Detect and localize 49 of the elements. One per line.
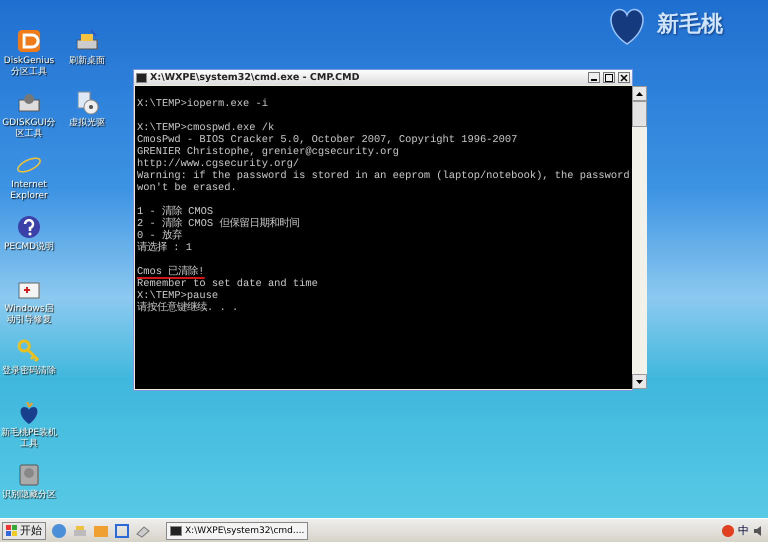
scroll-up-button[interactable] (632, 86, 647, 101)
desktop-icon-label[interactable]: DiskGenius分区工具 (0, 56, 58, 78)
close-icon (620, 74, 628, 82)
console-line: X:\TEMP>pause (137, 290, 220, 302)
console-line: CmosPwd - BIOS Cracker 5.0, October 2007, Copyright 1996-2007 (137, 134, 518, 146)
minimize-icon (591, 79, 597, 81)
minimize-button[interactable] (588, 72, 600, 83)
console-line: X:\TEMP>ioperm.exe -i (137, 98, 269, 110)
close-button[interactable] (618, 72, 630, 83)
taskbar-window-button[interactable]: X:\WXPE\system32\cmd.... (166, 522, 308, 540)
console-line: 1 - 清除 CMOS (137, 206, 214, 218)
console-icon (136, 72, 147, 82)
console-line: GRENIER Christophe, grenier@cgsecurity.org (137, 146, 400, 158)
console-line: 2 - 清除 CMOS 但保留日期和时间 (137, 218, 300, 230)
logo-text: 新毛桃 (657, 11, 723, 39)
tray-app-icon[interactable] (721, 524, 735, 538)
screen-frame-icon[interactable] (114, 522, 130, 538)
maximize-icon (605, 74, 613, 82)
desktop-icon-label[interactable]: PECMD说明 (4, 242, 54, 253)
console-line: X:\TEMP>cmospwd.exe /k (137, 122, 276, 134)
console-icon (170, 526, 182, 536)
console-line: won't be erased. (137, 182, 238, 194)
down-arrow-icon (636, 380, 643, 384)
desktop-icon-label[interactable]: 识别隐藏分区 (2, 490, 56, 501)
desktop-icon-label[interactable]: Internet Explorer (0, 180, 58, 202)
console-line: 请按任意键继续. . . (137, 302, 240, 314)
desktop-icon-label[interactable]: 虚拟光驱 (69, 118, 105, 129)
window-title: X:\WXPE\system32\cmd.exe - CMP.CMD (150, 72, 360, 83)
four-squares-icon (6, 524, 18, 536)
desktop-icon-label[interactable]: 登录密码清除 (2, 366, 56, 377)
help-icon[interactable] (16, 214, 42, 240)
disk-letter-icon[interactable] (16, 28, 42, 54)
scroll-down-button[interactable] (632, 374, 647, 389)
desktop-icon-label[interactable]: 新毛桃PE装机工具 (0, 428, 58, 450)
scroll-thumb[interactable] (632, 101, 647, 127)
input-method-indicator[interactable]: 中 (738, 523, 749, 538)
console-line: Warning: if the password is stored in an eeprom (laptop/notebook), the password (137, 170, 630, 182)
up-arrow-icon (636, 92, 643, 96)
desktop-icon-label[interactable]: 刷新桌面 (69, 56, 105, 67)
console-line: http://www.cgsecurity.org/ (137, 158, 300, 170)
maximize-button[interactable] (603, 72, 615, 83)
underlined-console-line: Cmos 已清除! (137, 266, 206, 278)
scrollbar[interactable] (632, 86, 647, 389)
console-line: 请选择 : 1 (137, 242, 193, 254)
console-line: Remember to set date and time (137, 278, 319, 290)
console-line: 0 - 放弃 (137, 230, 183, 242)
desktop-icon-label[interactable]: Windows启动引导修复 (0, 304, 58, 326)
start-button[interactable]: 开始 (2, 522, 46, 540)
desktop-icon-label[interactable]: GDISKGUI分区工具 (0, 118, 58, 140)
